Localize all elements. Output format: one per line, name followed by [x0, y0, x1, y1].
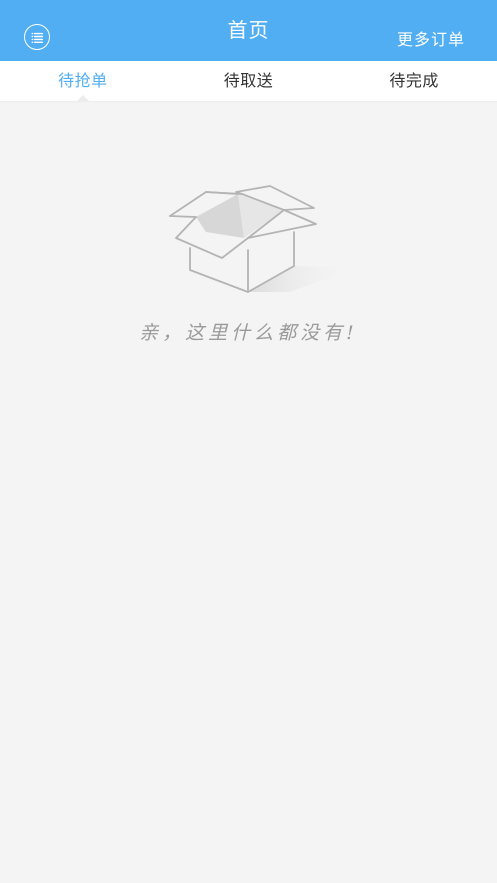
- more-orders-link[interactable]: 更多订单: [397, 26, 465, 50]
- tab-pending-completion[interactable]: 待完成: [331, 61, 497, 101]
- page-title-text: 首页: [227, 18, 270, 42]
- tab-bar-shadow: [0, 101, 497, 103]
- empty-state-message: 亲，这里什么都没有!: [139, 322, 358, 344]
- tab-pending-completion-label: 待完成: [389, 71, 439, 90]
- app-screen: 首页 更多订单 待抢单 待取送 待完成 亲，这里什么都没有!: [0, 0, 497, 883]
- tab-pending-grab-label: 待抢单: [58, 71, 108, 90]
- top-app-bar: 首页 更多订单: [0, 0, 497, 61]
- empty-state-illustration: [160, 180, 360, 304]
- tab-bar: 待抢单 待取送 待完成: [0, 61, 497, 101]
- tab-pending-pickup-delivery-label: 待取送: [223, 71, 274, 90]
- tab-pending-pickup-delivery[interactable]: 待取送: [166, 61, 332, 101]
- tab-pending-grab[interactable]: 待抢单: [0, 61, 166, 101]
- empty-box-icon: [169, 185, 355, 293]
